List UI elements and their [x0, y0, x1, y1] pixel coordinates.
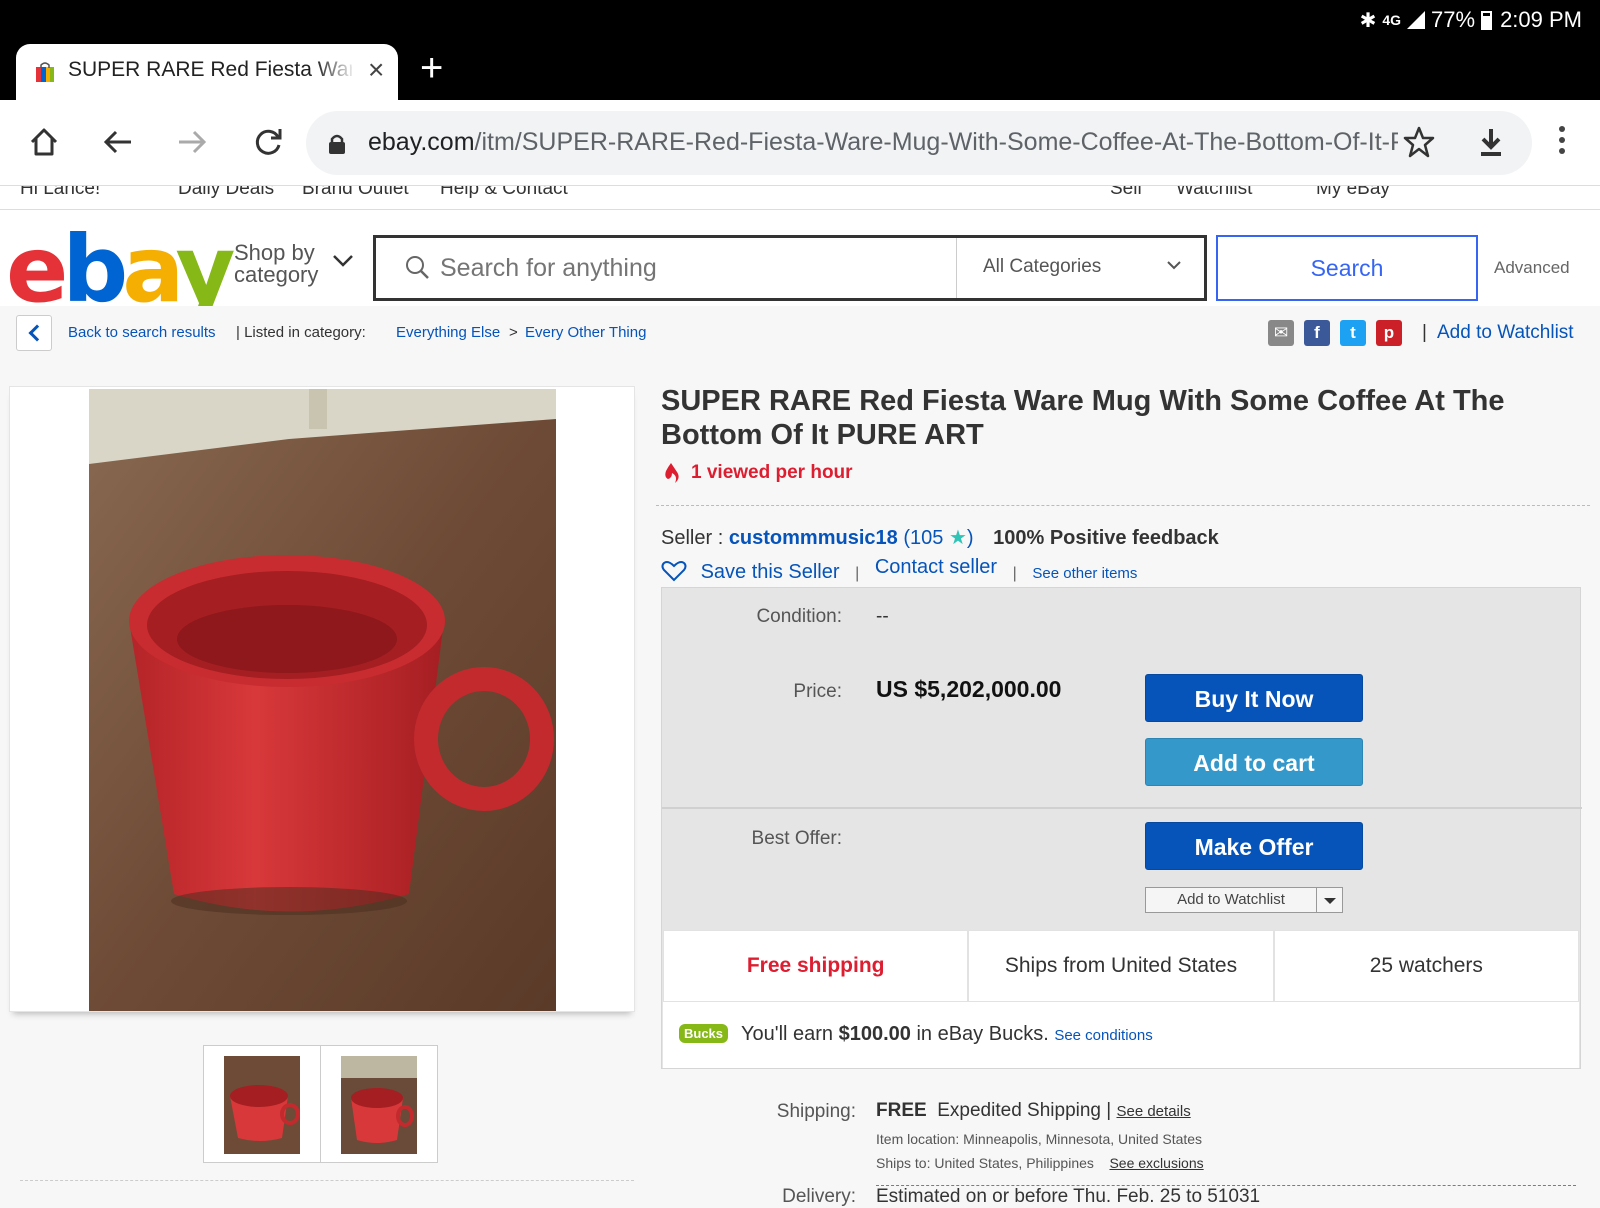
search-button[interactable]: Search	[1216, 235, 1478, 301]
condition-value: --	[876, 606, 889, 627]
heart-icon[interactable]	[661, 560, 687, 582]
feedback-score-link[interactable]: 105	[910, 527, 943, 549]
add-to-watchlist-link[interactable]: Add to Watchlist	[1437, 322, 1574, 344]
category-everything-else[interactable]: Everything Else	[396, 324, 500, 341]
greeting[interactable]: Hi Lance!	[20, 186, 100, 200]
watchlist-separator: |	[1422, 322, 1427, 343]
breadcrumb: Back to search results | Listed in categ…	[0, 306, 1600, 370]
see-conditions-link[interactable]: See conditions	[1054, 1027, 1152, 1044]
bucks-logo: Bucks	[679, 1024, 729, 1043]
clock: 2:09 PM	[1500, 7, 1582, 32]
back-arrow-icon[interactable]	[96, 120, 140, 164]
category-select[interactable]: All Categories	[956, 238, 1204, 298]
add-to-cart-button[interactable]: Add to cart	[1145, 738, 1363, 786]
signal-icon	[1407, 11, 1426, 29]
bluetooth-icon: ✱	[1359, 9, 1377, 32]
seller-links: Save this Seller | Contact seller | See …	[661, 556, 1137, 584]
battery-percent: 77%	[1431, 7, 1476, 32]
home-icon[interactable]	[22, 120, 66, 164]
new-tab-icon[interactable]: +	[420, 46, 443, 91]
shipping-summary: FREE Expedited Shipping | See details	[876, 1100, 1191, 1121]
shipping-label: Shipping:	[776, 1101, 856, 1122]
free-shipping-badge: Free shipping	[663, 930, 969, 1002]
back-to-results-link[interactable]: Back to search results	[68, 324, 216, 341]
best-offer-label: Best Offer:	[751, 828, 842, 849]
search-bar: Search for anything All Categories	[373, 235, 1207, 301]
seller-info: Seller : custommmusic18 (105 ★) 100% Pos…	[661, 527, 1219, 549]
save-seller-link[interactable]: Save this Seller	[701, 561, 840, 583]
seller-name-link[interactable]: custommmusic18	[729, 527, 898, 549]
ebay-bucks-row: Bucks You'll earn $100.00 in eBay Bucks.…	[663, 1002, 1579, 1068]
add-to-watchlist-button[interactable]: Add to Watchlist	[1145, 887, 1317, 913]
brand-outlet-link[interactable]: Brand Outlet	[302, 186, 409, 200]
buy-box: Condition: -- Price: US $5,202,000.00 Bu…	[661, 587, 1582, 1069]
watchlist-link[interactable]: Watchlist	[1176, 186, 1252, 200]
price-value: US $5,202,000.00	[876, 676, 1062, 702]
item-location: Item location: Minneapolis, Minnesota, U…	[876, 1131, 1203, 1147]
shop-by-category[interactable]: Shop by category	[234, 242, 318, 286]
ships-to: Ships to: United States, Philippines See…	[876, 1155, 1204, 1171]
star-icon: ★	[948, 527, 967, 549]
back-chevron-icon[interactable]	[16, 315, 52, 351]
category-every-other-thing[interactable]: Every Other Thing	[525, 324, 646, 341]
ebay-top-nav: Hi Lance! Daily Deals Brand Outlet Help …	[0, 186, 1600, 210]
address-bar[interactable]: ebay.com/itm/SUPER-RARE-Red-Fiesta-Ware-…	[306, 111, 1532, 175]
close-tab-icon[interactable]: ×	[368, 54, 384, 86]
mug-photo[interactable]	[89, 389, 556, 1011]
see-other-items-link[interactable]: See other items	[1032, 565, 1137, 582]
menu-dots-icon[interactable]	[1552, 122, 1572, 166]
watchlist-dropdown-icon[interactable]	[1317, 887, 1343, 913]
see-exclusions-link[interactable]: See exclusions	[1109, 1155, 1203, 1171]
view-rate: 1 viewed per hour	[661, 462, 853, 484]
mail-icon[interactable]: ✉	[1268, 320, 1294, 346]
help-contact-link[interactable]: Help & Contact	[440, 186, 568, 200]
buy-it-now-button[interactable]: Buy It Now	[1145, 674, 1363, 722]
search-input[interactable]: Search for anything	[440, 254, 657, 283]
listed-in-label: | Listed in category:	[236, 324, 366, 341]
daily-deals-link[interactable]: Daily Deals	[178, 186, 274, 200]
star-icon[interactable]	[1402, 125, 1436, 159]
pinterest-icon[interactable]: p	[1376, 320, 1402, 346]
condition-label: Condition:	[756, 606, 842, 627]
price-label: Price:	[793, 681, 842, 702]
browser-tab[interactable]: SUPER RARE Red Fiesta Ware Mug With Some…	[16, 44, 398, 100]
download-icon[interactable]	[1474, 125, 1508, 159]
ebay-logo[interactable]: ebay	[6, 224, 236, 316]
chevron-down-icon	[1167, 261, 1181, 270]
chevron-down-icon[interactable]	[332, 254, 354, 268]
status-bar: ✱ 4G 77% 2:09 PM	[0, 0, 1600, 40]
watchers-count: 25 watchers	[1273, 930, 1579, 1002]
fire-icon	[665, 463, 679, 483]
my-ebay-link[interactable]: My eBay	[1316, 186, 1390, 200]
facebook-icon[interactable]: f	[1304, 320, 1330, 346]
battery-icon	[1481, 10, 1493, 30]
tab-title: SUPER RARE Red Fiesta Ware Mug With Some…	[68, 58, 352, 81]
forward-arrow-icon[interactable]	[170, 120, 214, 164]
lock-icon	[329, 134, 345, 154]
thumbnail-1[interactable]	[203, 1045, 321, 1163]
contact-seller-link[interactable]: Contact seller	[875, 556, 997, 578]
make-offer-button[interactable]: Make Offer	[1145, 822, 1363, 870]
positive-feedback: 100% Positive feedback	[993, 527, 1219, 549]
item-highlights: Free shipping Ships from United States 2…	[663, 930, 1579, 1002]
search-icon	[406, 256, 429, 279]
ebay-header: ebay Shop by category Search for anythin…	[0, 210, 1600, 316]
tab-strip: SUPER RARE Red Fiesta Ware Mug With Some…	[0, 40, 1600, 100]
browser-toolbar: ebay.com/itm/SUPER-RARE-Red-Fiesta-Ware-…	[0, 100, 1600, 186]
main-image-panel	[9, 386, 635, 1012]
twitter-icon[interactable]: t	[1340, 320, 1366, 346]
network-label: 4G	[1382, 12, 1402, 28]
url-text: ebay.com/itm/SUPER-RARE-Red-Fiesta-Ware-…	[368, 128, 1398, 156]
delivery-label: Delivery:	[782, 1186, 856, 1207]
thumbnail-2[interactable]	[320, 1045, 438, 1163]
advanced-search-link[interactable]: Advanced	[1494, 258, 1570, 278]
see-details-link[interactable]: See details	[1116, 1103, 1190, 1120]
delivery-estimate: Estimated on or before Thu. Feb. 25 to 5…	[876, 1186, 1261, 1207]
breadcrumb-arrow: >	[509, 324, 518, 341]
shopping-bag-icon	[36, 62, 54, 82]
ships-from: Ships from United States	[968, 930, 1274, 1002]
sell-link[interactable]: Sell	[1110, 186, 1142, 200]
reload-icon[interactable]	[246, 120, 290, 164]
item-title: SUPER RARE Red Fiesta Ware Mug With Some…	[661, 385, 1505, 451]
